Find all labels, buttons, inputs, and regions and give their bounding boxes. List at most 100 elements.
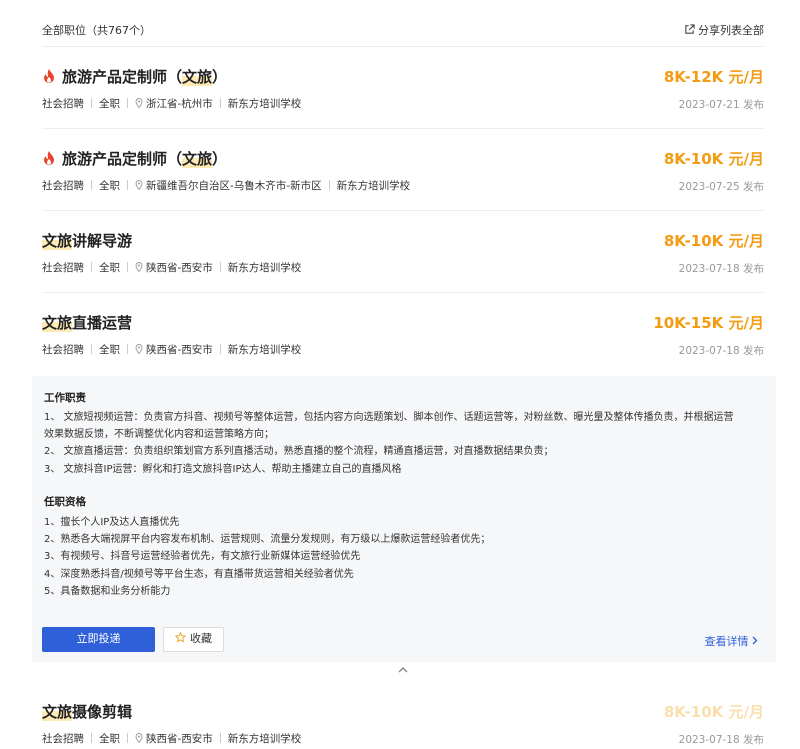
divider — [42, 210, 764, 211]
company: 新东方培训学校 — [227, 344, 302, 356]
requirement-line: 1、擅长个人IP及达人直播优先 — [44, 517, 180, 528]
divider — [42, 292, 764, 293]
star-icon — [175, 632, 186, 643]
requirements-list: 1、擅长个人IP及达人直播优先 2、熟悉各大端视屏平台内容发布机制、运营规则、流… — [44, 514, 766, 600]
location-pin-icon — [135, 180, 143, 190]
favorite-button[interactable]: 收藏 — [163, 627, 224, 652]
location-pin-icon — [135, 733, 143, 743]
job-item-expanded[interactable]: 文旅直播运营 10K-15K 元/月 社会招聘 全职 陕西省-西安市 新东方培训学校 … — [42, 312, 764, 362]
separator — [91, 180, 92, 190]
job-meta: 社会招聘 全职 陕西省-西安市 新东方培训学校 — [42, 731, 301, 746]
title-highlight: 文旅 — [182, 68, 213, 86]
job-title-row[interactable]: 旅游产品定制师（文旅） — [42, 66, 764, 90]
duties-heading: 工作职责 — [44, 392, 86, 404]
separator — [219, 262, 221, 272]
duties-list: 1、 文旅短视频运营：负责官方抖音、视频号等整体运营，包括内容方向选题策划、脚本… — [44, 409, 766, 478]
separator — [127, 180, 128, 190]
publish-date: 2023-07-18 发布 — [678, 345, 764, 357]
apply-button[interactable]: 立即投递 — [42, 627, 155, 652]
job-meta: 社会招聘 全职 新疆维吾尔自治区-乌鲁木齐市-新市区 新东方培训学校 — [42, 178, 410, 193]
total-count: 全部职位（共767个） — [42, 24, 151, 37]
location-pin-icon — [135, 98, 143, 108]
location: 陕西省-西安市 — [146, 262, 213, 274]
job-meta: 社会招聘 全职 陕西省-西安市 新东方培训学校 — [42, 260, 301, 275]
separator — [219, 733, 221, 743]
recruit-type: 社会招聘 — [42, 262, 84, 274]
job-title-row[interactable]: 旅游产品定制师（文旅） — [42, 148, 764, 172]
title-suffix: 直播运营 — [72, 314, 133, 332]
separator — [219, 344, 221, 354]
collapse-chevron-up-icon[interactable] — [396, 664, 410, 676]
job-item[interactable]: 旅游产品定制师（文旅） 8K-10K 元/月 社会招聘 全职 新疆维吾尔自治区-乌鲁… — [42, 148, 764, 198]
job-title[interactable]: 旅游产品定制师（文旅） — [62, 150, 227, 168]
divider — [42, 46, 764, 47]
separator — [91, 344, 92, 354]
duty-line: 效果数据反馈，不断调整优化内容和运营策略方向； — [44, 429, 274, 441]
job-nature: 全职 — [99, 98, 120, 110]
salary: 8K-10K 元/月 — [663, 703, 764, 721]
view-details-link[interactable]: 查看详情 — [705, 633, 759, 649]
requirements-heading: 任职资格 — [44, 496, 86, 508]
job-item[interactable]: 文旅摄像剪辑 8K-10K 元/月 社会招聘 全职 陕西省-西安市 新东方培训学校 2… — [42, 701, 764, 749]
location: 陕西省-西安市 — [146, 344, 213, 356]
duty-line: 1、 文旅短视频运营：负责官方抖音、视频号等整体运营，包括内容方向选题策划、脚本… — [44, 412, 734, 423]
share-list-link[interactable]: 分享列表全部 — [684, 22, 764, 38]
fire-icon — [44, 69, 54, 83]
separator — [219, 98, 221, 108]
view-details-label: 查看详情 — [704, 635, 749, 648]
job-item[interactable]: 文旅讲解导游 8K-10K 元/月 社会招聘 全职 陕西省-西安市 新东方培训学校 2… — [42, 230, 764, 280]
separator — [127, 98, 128, 108]
company: 新东方培训学校 — [227, 262, 302, 274]
duty-line: 3、 文旅抖音IP运营：孵化和打造文旅抖音IP达人、帮助主播建立自己的直播风格 — [44, 463, 402, 475]
job-nature: 全职 — [99, 733, 120, 745]
location: 陕西省-西安市 — [146, 733, 213, 745]
favorite-label: 收藏 — [190, 633, 212, 645]
publish-date: 2023-07-18 发布 — [678, 734, 764, 746]
job-title[interactable]: 旅游产品定制师（文旅） — [62, 68, 227, 86]
separator — [127, 733, 128, 743]
company: 新东方培训学校 — [227, 733, 302, 745]
location-pin-icon — [135, 262, 143, 272]
job-nature: 全职 — [99, 344, 120, 356]
company: 新东方培训学校 — [336, 180, 411, 192]
job-title[interactable]: 文旅直播运营 — [42, 314, 132, 332]
publish-date: 2023-07-25 发布 — [678, 181, 764, 193]
job-meta: 社会招聘 全职 浙江省-杭州市 新东方培训学校 — [42, 96, 301, 111]
publish-date: 2023-07-21 发布 — [678, 99, 764, 111]
separator — [91, 733, 92, 743]
job-item[interactable]: 旅游产品定制师（文旅） 8K-12K 元/月 社会招聘 全职 浙江省-杭州市 新东方培… — [42, 66, 764, 116]
fire-icon — [44, 151, 54, 165]
share-icon — [685, 24, 695, 34]
salary: 8K-10K 元/月 — [663, 232, 764, 250]
requirement-line: 5、具备数据和业务分析能力 — [44, 585, 171, 597]
job-nature: 全职 — [99, 262, 120, 274]
title-suffix: 讲解导游 — [72, 232, 133, 250]
divider — [42, 128, 764, 129]
location: 新疆维吾尔自治区-乌鲁木齐市-新市区 — [146, 180, 322, 192]
job-title[interactable]: 文旅讲解导游 — [42, 232, 132, 250]
separator — [91, 262, 92, 272]
location-pin-icon — [135, 344, 143, 354]
separator — [127, 344, 128, 354]
job-detail-panel: 工作职责 1、 文旅短视频运营：负责官方抖音、视频号等整体运营，包括内容方向选题… — [32, 376, 776, 662]
recruit-type: 社会招聘 — [42, 98, 84, 110]
recruit-type: 社会招聘 — [42, 344, 84, 356]
separator — [127, 262, 128, 272]
job-title-row[interactable]: 文旅摄像剪辑 — [42, 701, 764, 725]
separator — [328, 180, 330, 190]
separator — [91, 98, 92, 108]
job-meta: 社会招聘 全职 陕西省-西安市 新东方培训学校 — [42, 342, 301, 357]
title-suffix: ） — [212, 68, 228, 86]
chevron-right-icon — [752, 636, 758, 645]
title-prefix: 旅游产品定制师（ — [62, 150, 183, 168]
job-title-row[interactable]: 文旅讲解导游 — [42, 230, 764, 254]
company: 新东方培训学校 — [227, 98, 302, 110]
job-title[interactable]: 文旅摄像剪辑 — [42, 703, 132, 721]
salary: 8K-10K 元/月 — [663, 150, 764, 168]
requirement-line: 2、熟悉各大端视屏平台内容发布机制、运营规则、流量分发规则，有万级以上爆款运营经… — [44, 534, 491, 546]
salary: 10K-15K 元/月 — [653, 314, 764, 332]
requirement-line: 3、有视频号、抖音号运营经验者优先，有文旅行业新媒体运营经验优先 — [44, 551, 361, 563]
duty-line: 2、 文旅直播运营：负责组织策划官方系列直播活动，熟悉直播的整个流程，精通直播运… — [44, 446, 554, 458]
title-suffix: 摄像剪辑 — [72, 703, 133, 721]
title-prefix: 旅游产品定制师（ — [62, 68, 183, 86]
